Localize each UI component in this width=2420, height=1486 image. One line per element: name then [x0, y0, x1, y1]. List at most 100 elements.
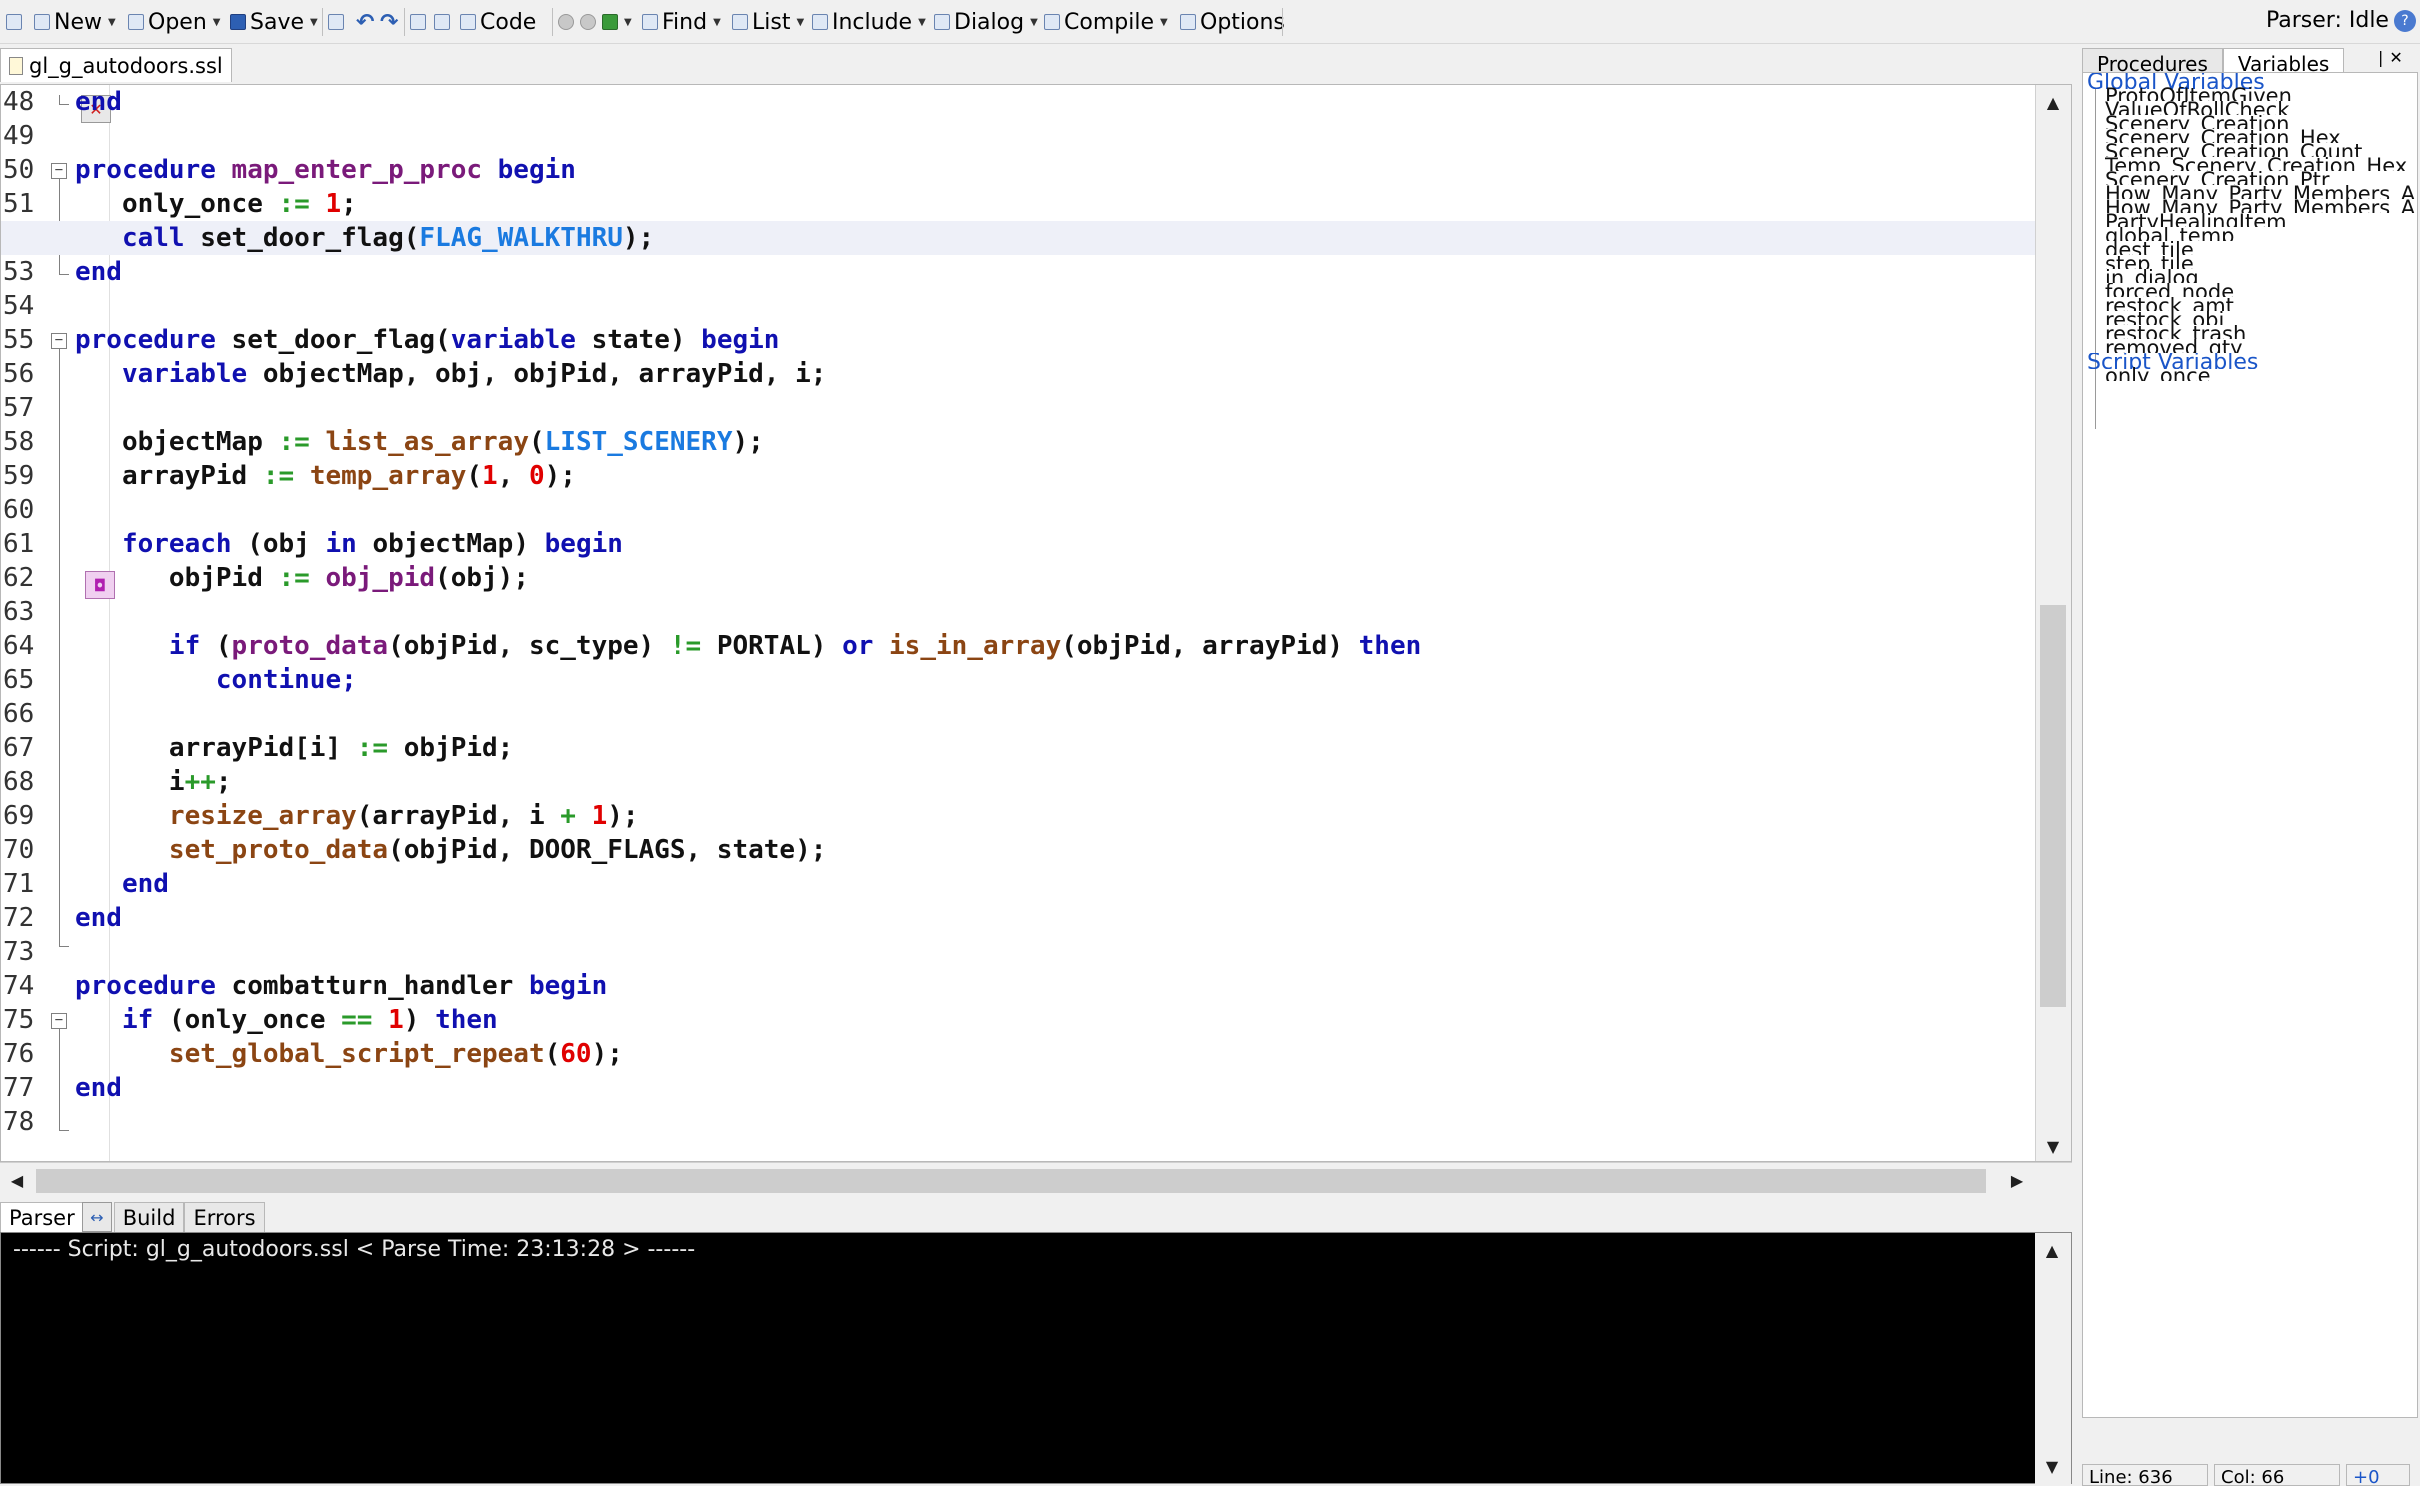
editor-vertical-scroll-thumb[interactable]	[2040, 605, 2066, 1007]
outdent-icon	[434, 14, 450, 30]
line-number: 78	[3, 1107, 35, 1137]
save-button[interactable]: Save ▼	[230, 6, 318, 38]
code-line-68: i++;	[168, 767, 232, 797]
tree-item-script-variable[interactable]: only_once	[2105, 367, 2415, 381]
dropdown-arrow-icon[interactable]: ▼	[624, 17, 632, 28]
scroll-up-icon[interactable]: ▲	[2035, 1233, 2069, 1267]
tab-build[interactable]: Build	[113, 1202, 185, 1232]
scroll-down-icon[interactable]: ▼	[2035, 1449, 2069, 1483]
fold-toggle-icon[interactable]: −	[51, 333, 67, 349]
find-label: Find	[662, 9, 708, 35]
forward-button[interactable]	[580, 6, 596, 38]
tree-item-global-variable[interactable]: Scenery_Creation	[2105, 115, 2415, 129]
tree-item-global-variable[interactable]: How_Many_Party_Members_Ar	[2105, 199, 2415, 213]
editor-vertical-scrollbar[interactable]: ▲ ▼	[2035, 85, 2071, 1161]
tree-item-global-variable[interactable]: Scenery_Creation_Hex	[2105, 129, 2415, 143]
status-line: Line: 636	[2082, 1464, 2208, 1486]
window-icon	[6, 14, 22, 30]
include-button[interactable]: Include ▼	[812, 6, 926, 38]
tree-item-global-variable[interactable]: ProtoOfItemGiven	[2105, 87, 2415, 101]
output-console[interactable]: ------ Script: gl_g_autodoors.ssl < Pars…	[0, 1232, 2072, 1485]
code-label: Code	[480, 9, 537, 35]
tree-item-global-variable[interactable]: forced_node	[2105, 283, 2415, 297]
scroll-down-icon[interactable]: ▼	[2036, 1129, 2070, 1161]
line-number: 66	[3, 699, 35, 729]
list-button[interactable]: List ▼	[732, 6, 804, 38]
tree-item-global-variable[interactable]: PartyHealingItem	[2105, 213, 2415, 227]
tree-item-global-variable[interactable]: Scenery_Creation_Count	[2105, 143, 2415, 157]
scroll-right-icon[interactable]: ▶	[2000, 1163, 2034, 1197]
dropdown-arrow-icon[interactable]: ▼	[108, 17, 116, 28]
include-label: Include	[832, 9, 913, 35]
dropdown-arrow-icon[interactable]: ▼	[1030, 17, 1038, 28]
options-button[interactable]: Options	[1180, 6, 1285, 38]
tree-item-global-variable[interactable]: restock_trash	[2105, 325, 2415, 339]
tree-item-global-variable[interactable]: Temp_Scenery_Creation_Hex	[2105, 157, 2415, 171]
code-line-51: only_once := 1;	[121, 189, 357, 219]
tree-item-global-variable[interactable]: restock_obj	[2105, 311, 2415, 325]
editor-horizontal-scroll-thumb[interactable]	[36, 1169, 1986, 1193]
fold-toggle-icon[interactable]: −	[51, 163, 67, 179]
tree-item-global-variable[interactable]: step_tile	[2105, 255, 2415, 269]
code-editor[interactable]: 4849505152535455565758596061626364656667…	[0, 84, 2072, 1162]
code-button[interactable]: Code	[460, 6, 536, 38]
undo-button[interactable]: ↶	[356, 6, 374, 38]
save-all-button[interactable]	[328, 6, 344, 38]
toolbar-menu-icon[interactable]	[6, 6, 22, 38]
line-number: 53	[3, 257, 35, 287]
dropdown-arrow-icon[interactable]: ▼	[713, 17, 721, 28]
document-icon	[9, 56, 23, 75]
tab-variables[interactable]: Variables	[2222, 48, 2345, 74]
open-button[interactable]: Open ▼	[128, 6, 220, 38]
code-area[interactable]: end procedure map_enter_p_proc begin onl…	[1, 85, 2036, 1161]
tree-item-global-variable[interactable]: restock_amt	[2105, 297, 2415, 311]
tree-item-global-variable[interactable]: global_temp	[2105, 227, 2415, 241]
tree-item-global-variable[interactable]: ValueOfRollCheck	[2105, 101, 2415, 115]
undock-icon[interactable]: ↔	[82, 1202, 112, 1232]
code-line-69: resize_array(arrayPid, i + 1);	[168, 801, 639, 831]
pin-icon[interactable]: |	[2378, 48, 2383, 70]
fold-toggle-icon[interactable]: −	[51, 1013, 67, 1029]
tree-item-global-variable[interactable]: in_dialog	[2105, 269, 2415, 283]
new-button[interactable]: New ▼	[34, 6, 116, 38]
dropdown-arrow-icon[interactable]: ▼	[1160, 17, 1168, 28]
compile-button[interactable]: Compile ▼	[1044, 6, 1168, 38]
outdent-button[interactable]	[434, 6, 450, 38]
main-toolbar: New ▼ Open ▼ Save ▼ ↶ ↷ Code ▼ Find ▼ Li…	[0, 0, 2420, 44]
tree-item-global-variable[interactable]: dest_tile	[2105, 241, 2415, 255]
tree-item-global-variable[interactable]: How_Many_Party_Members_Ar	[2105, 185, 2415, 199]
code-line-76: set_global_script_repeat(60);	[168, 1039, 623, 1069]
line-number: 72	[3, 903, 35, 933]
tab-parser[interactable]: Parser	[0, 1202, 84, 1232]
tab-procedures[interactable]: Procedures	[2082, 48, 2223, 74]
code-line-56: variable objectMap, obj, objPid, arrayPi…	[121, 359, 827, 389]
output-vertical-scrollbar[interactable]: ▲ ▼	[2035, 1233, 2071, 1485]
compile-label: Compile	[1064, 9, 1154, 35]
indent-button[interactable]	[410, 6, 426, 38]
dropdown-arrow-icon[interactable]: ▼	[213, 17, 221, 28]
close-icon[interactable]: ✕	[2389, 48, 2402, 70]
scroll-up-icon[interactable]: ▲	[2036, 85, 2070, 119]
file-tab[interactable]: gl_g_autodoors.ssl	[0, 48, 232, 82]
include-icon	[812, 14, 828, 30]
dropdown-arrow-icon[interactable]: ▼	[310, 17, 318, 28]
indent-icon	[410, 14, 426, 30]
editor-horizontal-scrollbar[interactable]: ◀ ▶	[0, 1162, 2072, 1196]
variables-tree[interactable]: Global Variables ProtoOfItemGiven ValueOf…	[2082, 72, 2418, 1418]
redo-button[interactable]: ↷	[380, 6, 398, 38]
save-label: Save	[250, 9, 305, 35]
goto-button[interactable]: ▼	[602, 6, 632, 38]
dialog-button[interactable]: Dialog ▼	[934, 6, 1038, 38]
dropdown-arrow-icon[interactable]: ▼	[918, 17, 926, 28]
find-button[interactable]: Find ▼	[642, 6, 721, 38]
dropdown-arrow-icon[interactable]: ▼	[796, 17, 804, 28]
help-icon[interactable]: ?	[2394, 10, 2416, 32]
back-button[interactable]	[558, 6, 574, 38]
tree-item-global-variable[interactable]: Scenery_Creation_Ptr	[2105, 171, 2415, 185]
tab-errors[interactable]: Errors	[184, 1202, 265, 1232]
line-number: 56	[3, 359, 35, 389]
save-disk-icon	[230, 14, 246, 30]
undo-icon: ↶	[356, 9, 375, 35]
scroll-left-icon[interactable]: ◀	[0, 1163, 34, 1197]
tree-item-global-variable[interactable]: removed_qty	[2105, 339, 2415, 353]
